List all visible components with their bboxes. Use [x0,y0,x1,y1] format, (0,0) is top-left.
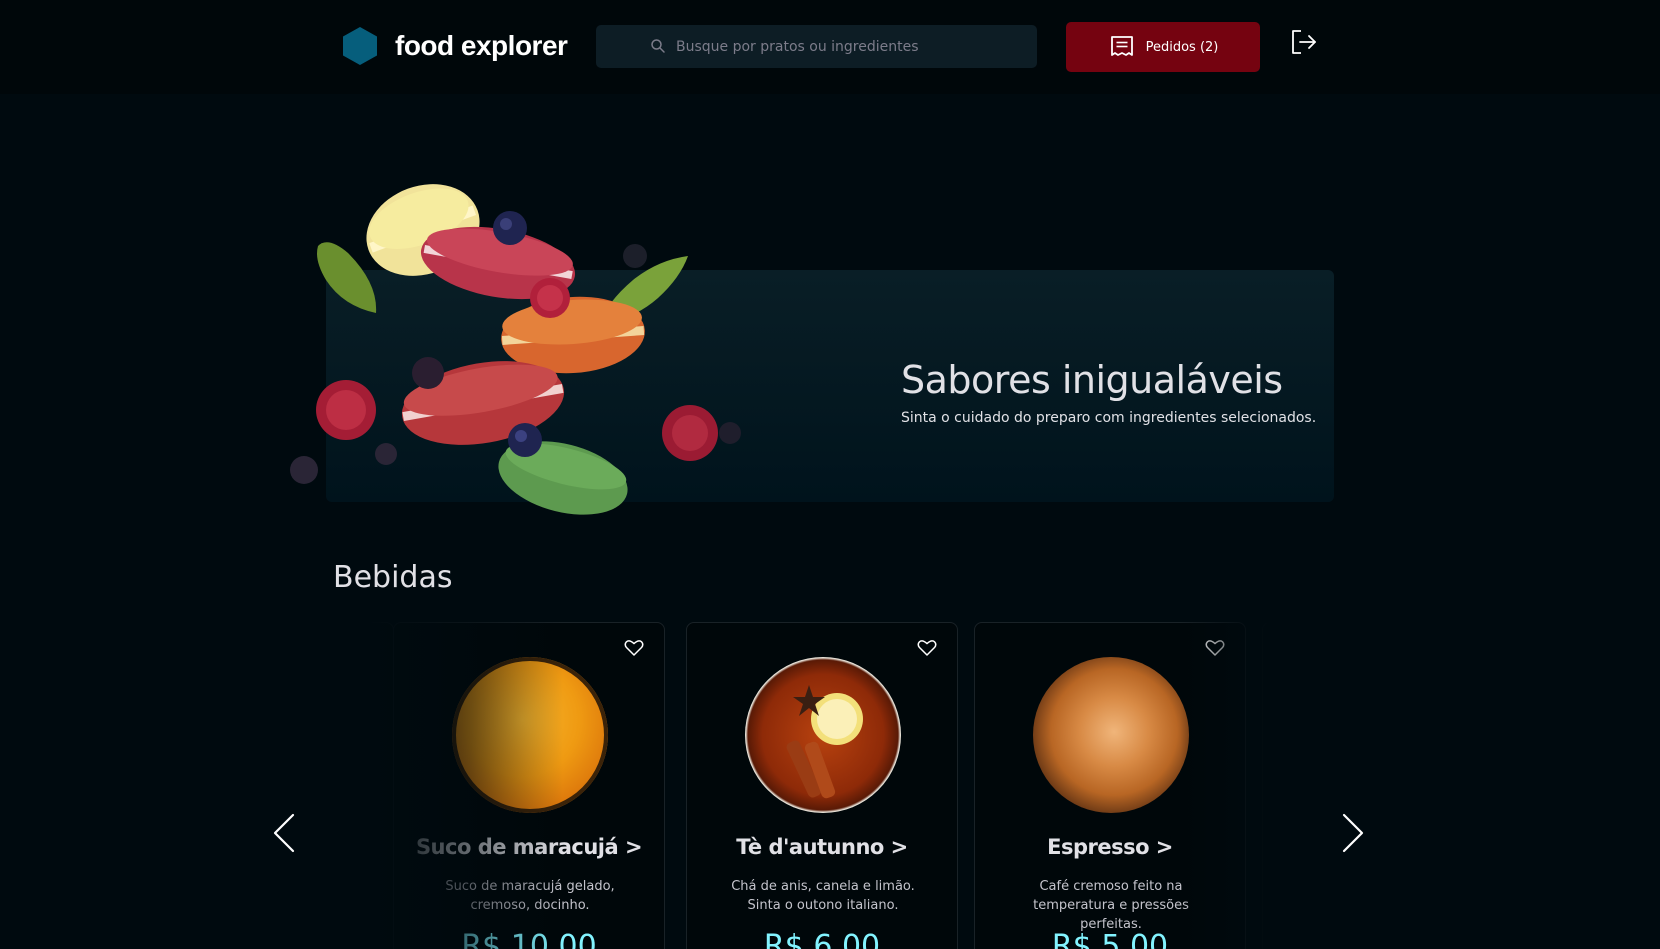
dish-card[interactable] [333,622,394,949]
orders-button[interactable]: Pedidos (2) [1066,22,1260,72]
heart-icon[interactable] [624,639,644,657]
tea-garnish [786,685,863,799]
search-input[interactable] [676,25,1016,68]
dish-description: Suco de maracujá gelado, cremoso, docinh… [445,879,615,913]
header: food explorer Pedidos (2) [0,0,1660,94]
dish-price: R$ 10,00 [461,929,597,949]
banner-subtitle: Sinta o cuidado do preparo com ingredien… [901,410,1317,426]
dish-image[interactable] [1033,657,1189,813]
dish-image[interactable] [745,657,901,813]
search-bar[interactable] [596,25,1037,68]
dish-description: Chá de anis, canela e limão. Sinta o out… [731,879,915,913]
chevron-right-icon[interactable] [1340,812,1366,854]
logo[interactable]: food explorer [341,26,568,66]
dish-name[interactable]: Espresso > [975,835,1245,859]
app-name: food explorer [395,30,568,61]
dish-image[interactable] [452,657,608,813]
macarons-illustration [290,184,741,515]
dish-card[interactable]: Suco de maracujá > Suco de maracujá gela… [393,622,665,949]
dishes-carousel[interactable]: Suco de maracujá > Suco de maracujá gela… [333,622,1327,949]
dish-name[interactable]: Suco de maracujá > [394,835,664,859]
dish-card[interactable] [1262,622,1327,949]
orders-label: Pedidos (2) [1145,39,1219,55]
receipt-icon [1110,36,1133,56]
sign-out-icon[interactable] [1290,28,1318,56]
hexagon-logo-icon [343,27,377,65]
dish-card[interactable]: Espresso > Café cremoso feito na tempera… [974,622,1246,949]
section-title: Bebidas [333,560,453,595]
dish-price: R$ 5,00 [1051,929,1169,949]
dish-card[interactable]: Tè d'autunno > Chá de anis, canela e lim… [686,622,958,949]
dish-name[interactable]: Tè d'autunno > [687,835,957,859]
heart-icon[interactable] [1205,639,1225,657]
banner-title: Sabores inigualáveis [901,358,1283,402]
chevron-left-icon[interactable] [271,812,297,854]
search-icon [651,39,665,53]
dish-price: R$ 6,00 [763,929,881,949]
heart-icon[interactable] [917,639,937,657]
dish-description: Café cremoso feito na temperatura e pres… [1033,879,1189,932]
